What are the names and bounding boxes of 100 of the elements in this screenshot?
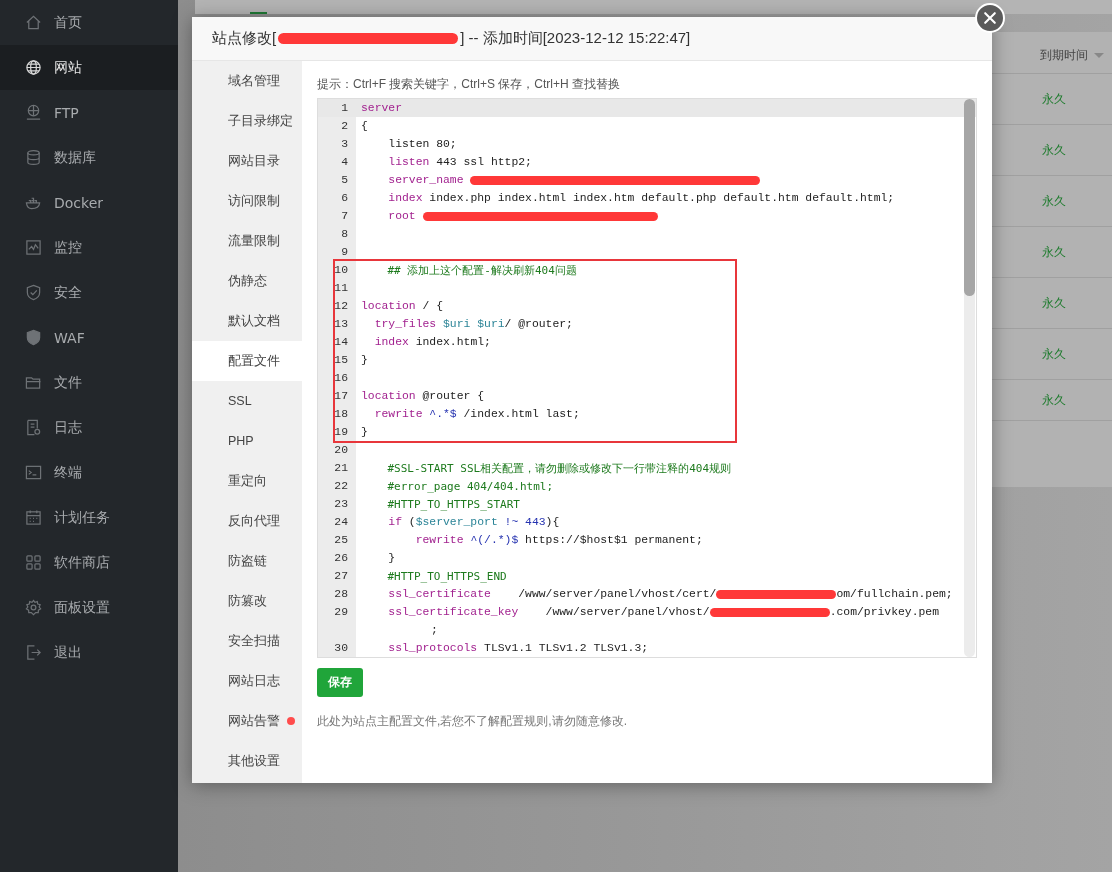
line-number: 15: [333, 354, 349, 366]
line-number: 28: [333, 588, 349, 600]
code-line: ssl_certificate_key /www/server/panel/vhost/ .com/privkey.pem: [387, 606, 939, 618]
tab[interactable]: 访问限制: [192, 181, 302, 221]
nav-item[interactable]: 退出: [0, 630, 178, 675]
tab[interactable]: 默认文档: [192, 301, 302, 341]
tab[interactable]: 域名管理: [192, 61, 302, 101]
nav-item[interactable]: 日志: [0, 405, 178, 450]
line-number: 23: [333, 498, 349, 510]
line-number: 29: [333, 606, 349, 618]
code-line: #HTTP_TO_HTTPS_END: [386, 569, 507, 583]
column-header[interactable]: 到期时间: [1040, 46, 1088, 64]
nav-item[interactable]: FTP: [0, 90, 178, 135]
nav-item[interactable]: 面板设置: [0, 585, 178, 630]
line-number: 9: [340, 246, 349, 258]
dialog-title: ] -- 添加时间[2023-12-12 15:22:47]: [460, 29, 691, 48]
line-number: 30: [333, 642, 349, 654]
note-text: 此处为站点主配置文件,若您不了解配置规则,请勿随意修改.: [317, 713, 627, 730]
code-line: ## 添加上这个配置-解决刷新404问题: [386, 262, 577, 278]
code-editor[interactable]: [317, 98, 977, 658]
calendar-icon: [25, 509, 42, 526]
line-number: 25: [333, 534, 349, 546]
line-number: 24: [333, 516, 349, 528]
table-cell: 永久: [1042, 90, 1066, 108]
tab[interactable]: 安全扫描: [192, 621, 302, 661]
sort-caret-icon[interactable]: [1094, 52, 1104, 58]
log-icon: [25, 419, 42, 436]
table-cell: 永久: [1042, 391, 1066, 409]
line-number: 26: [333, 552, 349, 564]
line-number: 2: [340, 120, 349, 132]
table-cell: 永久: [1042, 294, 1066, 312]
nav-item[interactable]: Docker: [0, 180, 178, 225]
nav-item[interactable]: 数据库: [0, 135, 178, 180]
table-cell: 永久: [1042, 243, 1066, 261]
code-line: ssl_protocols TLSv1.1 TLSv1.2 TLSv1.3;: [387, 642, 649, 654]
tab[interactable]: 子目录绑定: [192, 101, 302, 141]
exit-icon: [25, 644, 42, 661]
tab[interactable]: PHP: [192, 421, 302, 461]
line-number: 18: [333, 408, 349, 420]
scrollbar-thumb[interactable]: [964, 99, 975, 296]
table-cell: 永久: [1042, 345, 1066, 363]
terminal-icon: [25, 464, 42, 481]
tab[interactable]: 流量限制: [192, 221, 302, 261]
tab-indicator: [250, 12, 267, 14]
code-line: listen 80;: [387, 138, 457, 150]
tab[interactable]: 伪静态: [192, 261, 302, 301]
line-number: 19: [333, 426, 349, 438]
tab[interactable]: 防盗链: [192, 541, 302, 581]
code-line: rewrite ^.*$ /index.html last;: [373, 408, 580, 420]
nav-item[interactable]: 计划任务: [0, 495, 178, 540]
tab[interactable]: 网站日志: [192, 661, 302, 701]
code-line: location / {: [360, 300, 444, 312]
tab[interactable]: 网站目录: [192, 141, 302, 181]
nav-item[interactable]: 安全: [0, 270, 178, 315]
code-line: ssl_certificate /www/server/panel/vhost/cert/ om/fullchain.pem;: [387, 588, 953, 600]
dialog-title: 站点修改[: [212, 29, 277, 48]
code-line: #SSL-START SSL相关配置，请勿删除或修改下一行带注释的404规则: [386, 460, 732, 476]
nav-item[interactable]: 文件: [0, 360, 178, 405]
nav-item[interactable]: 网站: [0, 45, 178, 90]
tab[interactable]: 其他设置: [192, 741, 302, 781]
nav-item[interactable]: 首页: [0, 0, 178, 45]
close-icon: [982, 10, 998, 26]
code-line: index index.php index.html index.htm default.php default.htm default.html;: [387, 192, 895, 204]
line-number: 21: [333, 462, 349, 474]
tab[interactable]: 重定向: [192, 461, 302, 501]
line-number: 16: [333, 372, 349, 384]
line-number: 7: [340, 210, 349, 222]
code-line: if ($server_port !~ 443){: [387, 516, 560, 528]
line-number: 27: [333, 570, 349, 582]
line-number: 13: [333, 318, 349, 330]
code-line: }: [360, 354, 368, 366]
monitor-icon: [25, 239, 42, 256]
code-line: try_files $uri $uri/ @router;: [373, 318, 573, 330]
line-number: 6: [340, 192, 349, 204]
globe-icon: [25, 59, 42, 76]
home-icon: [25, 14, 42, 31]
code-line: server: [360, 102, 402, 114]
nav-item[interactable]: 终端: [0, 450, 178, 495]
line-number: 4: [340, 156, 349, 168]
scrollbar[interactable]: [964, 99, 975, 657]
code-line: #error_page 404/404.html;: [386, 479, 554, 493]
hint-text: 提示：Ctrl+F 搜索关键字，Ctrl+S 保存，Ctrl+H 查找替换: [317, 76, 620, 93]
table-cell: 永久: [1042, 141, 1066, 159]
nav-item[interactable]: 软件商店: [0, 540, 178, 585]
tab[interactable]: 防篡改: [192, 581, 302, 621]
code-line: }: [360, 426, 368, 438]
code-line: listen 443 ssl http2;: [387, 156, 532, 168]
apps-icon: [25, 554, 42, 571]
line-number: 20: [333, 444, 349, 456]
gear-icon: [25, 599, 42, 616]
nav-item[interactable]: WAF: [0, 315, 178, 360]
line-number: 10: [333, 264, 349, 276]
tab[interactable]: 网站告警: [192, 701, 302, 741]
tab[interactable]: SSL: [192, 381, 302, 421]
nav-item[interactable]: 监控: [0, 225, 178, 270]
line-number: 14: [333, 336, 349, 348]
tab[interactable]: 配置文件: [192, 341, 302, 381]
tab[interactable]: 反向代理: [192, 501, 302, 541]
code-line: }: [387, 552, 396, 564]
line-number: 8: [340, 228, 349, 240]
